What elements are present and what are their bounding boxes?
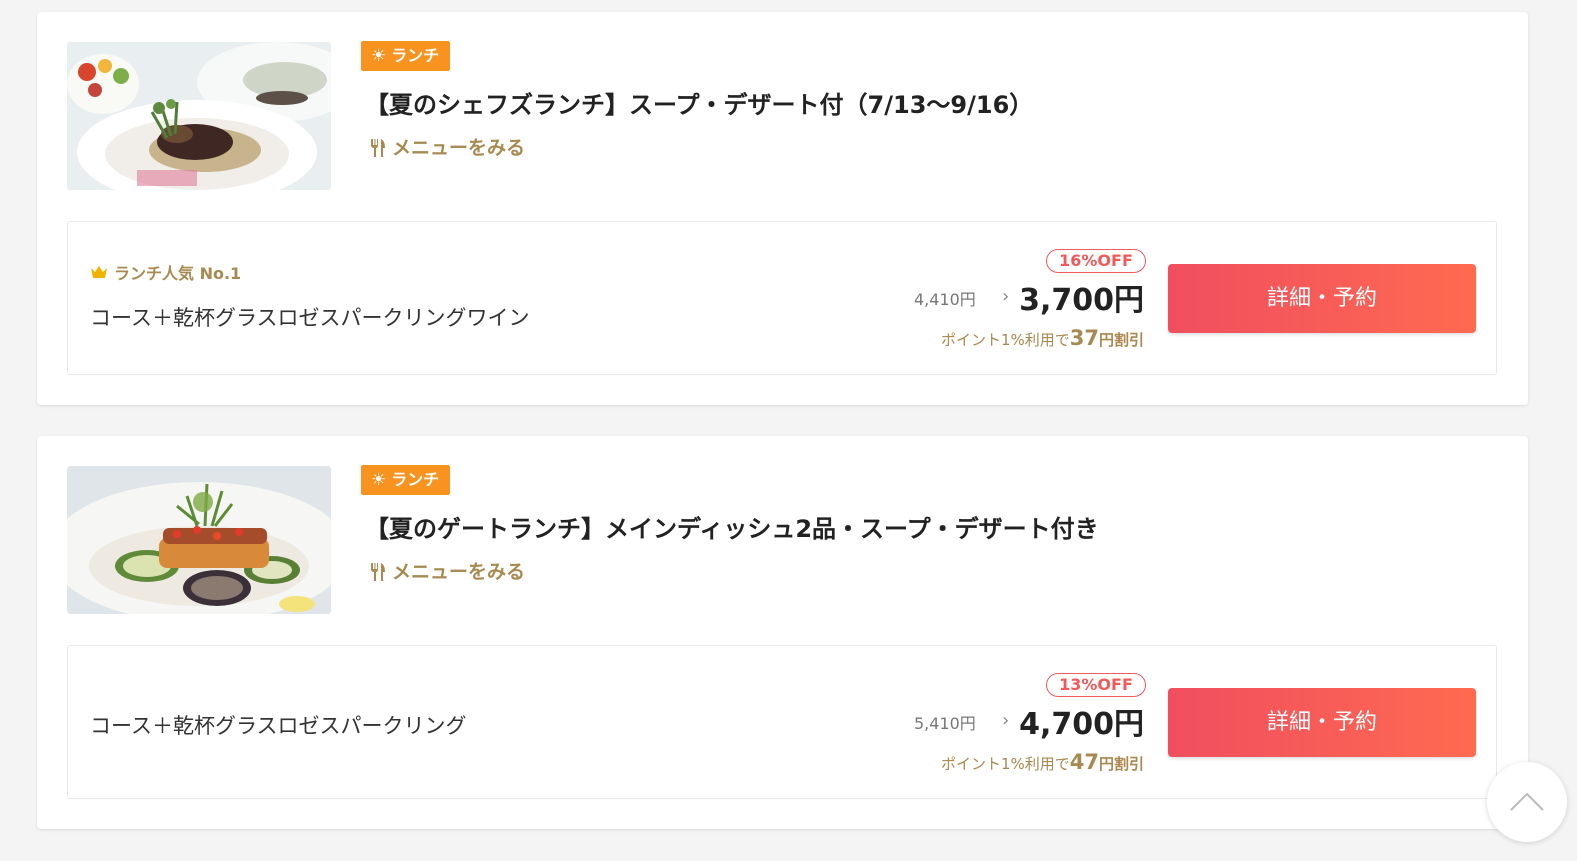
points-prefix: ポイント1%利用で xyxy=(940,755,1070,773)
fork-knife-icon xyxy=(371,139,385,157)
points-suffix: 円割引 xyxy=(1098,331,1144,349)
crown-icon xyxy=(91,266,107,278)
sun-icon: ☀ xyxy=(371,46,387,66)
plan-card: ☀ ランチ 【夏のゲートランチ】メインディッシュ2品・スープ・デザート付き メニ… xyxy=(37,436,1528,829)
sun-icon: ☀ xyxy=(371,470,387,490)
scroll-to-top-button[interactable] xyxy=(1487,762,1567,842)
plan-title[interactable]: 【夏のシェフズランチ】スープ・デザート付（7/13～9/16） xyxy=(365,85,1485,125)
points-discount: ポイント1%利用で37円割引 xyxy=(941,326,1144,350)
points-suffix: 円割引 xyxy=(1098,755,1144,773)
points-amount: 47 xyxy=(1069,750,1099,774)
points-discount: ポイント1%利用で47円割引 xyxy=(941,750,1144,774)
view-menu-label: メニューをみる xyxy=(392,137,526,159)
category-badge: ☀ ランチ xyxy=(361,41,451,71)
points-amount: 37 xyxy=(1069,326,1099,350)
category-label: ランチ xyxy=(391,46,440,65)
points-prefix: ポイント1%利用で xyxy=(940,331,1070,349)
original-price: 5,410円 xyxy=(914,714,976,733)
sale-price: 4,700円 xyxy=(1019,707,1144,742)
view-menu-label: メニューをみる xyxy=(392,561,526,583)
sale-price: 3,700円 xyxy=(1019,283,1144,318)
fork-knife-icon xyxy=(371,563,385,581)
popular-rank-label: ランチ人気 No.1 xyxy=(114,264,242,283)
details-reserve-button[interactable]: 詳細・予約 xyxy=(1168,688,1476,757)
course-row: コース＋乾杯グラスロゼスパークリング 13%OFF 5,410円 › 4,700… xyxy=(67,645,1497,799)
course-name: コース＋乾杯グラスロゼスパークリングワイン xyxy=(90,306,530,330)
category-badge: ☀ ランチ xyxy=(361,465,451,495)
plan-title[interactable]: 【夏のゲートランチ】メインディッシュ2品・スープ・デザート付き xyxy=(365,509,1485,549)
chevron-right-icon: › xyxy=(1002,710,1010,731)
popular-rank: ランチ人気 No.1 xyxy=(90,260,241,284)
plan-photo[interactable] xyxy=(67,42,331,190)
plan-photo[interactable] xyxy=(67,466,331,614)
plan-photo-image xyxy=(67,466,331,614)
view-menu-link[interactable]: メニューをみる xyxy=(370,557,525,587)
discount-badge: 13%OFF xyxy=(1046,673,1146,697)
chevron-right-icon: › xyxy=(1002,286,1010,307)
discount-badge: 16%OFF xyxy=(1046,249,1146,273)
chevron-up-icon xyxy=(1510,792,1544,811)
plan-photo-image xyxy=(67,42,331,190)
course-row: ランチ人気 No.1 コース＋乾杯グラスロゼスパークリングワイン 16%OFF … xyxy=(67,221,1497,375)
original-price: 4,410円 xyxy=(914,290,976,309)
view-menu-link[interactable]: メニューをみる xyxy=(370,133,525,163)
course-name: コース＋乾杯グラスロゼスパークリング xyxy=(90,714,467,738)
category-label: ランチ xyxy=(391,470,440,489)
plan-card: ☀ ランチ 【夏のシェフズランチ】スープ・デザート付（7/13～9/16） メニ… xyxy=(37,12,1528,405)
details-reserve-button[interactable]: 詳細・予約 xyxy=(1168,264,1476,333)
